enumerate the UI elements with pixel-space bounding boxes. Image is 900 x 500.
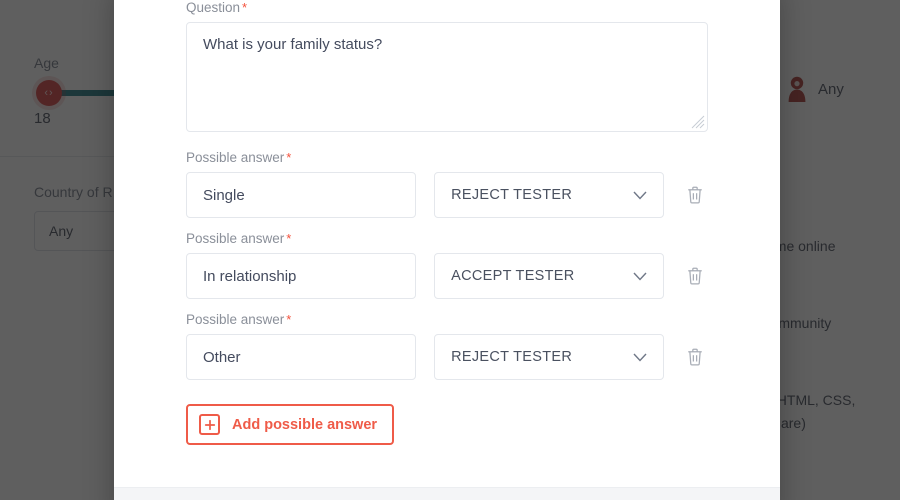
answer-label: Possible answer* (186, 150, 708, 165)
modal-body: Question* What is your family status? Po… (114, 0, 780, 487)
answer-block: Possible answer* Single REJECT TESTER (186, 150, 708, 218)
answer-action-value: REJECT TESTER (451, 187, 572, 203)
question-label: Question* (186, 0, 708, 15)
add-possible-answer-button[interactable]: Add possible answer (186, 404, 394, 445)
answer-label-text: Possible answer (186, 150, 284, 165)
resize-grip-icon[interactable] (691, 115, 705, 129)
answer-text-input[interactable]: Single (186, 172, 416, 218)
chevron-down-icon (633, 191, 647, 200)
answer-text-input[interactable]: In relationship (186, 253, 416, 299)
answer-action-value: REJECT TESTER (451, 349, 572, 365)
add-possible-answer-label: Add possible answer (232, 417, 377, 433)
answer-action-select[interactable]: REJECT TESTER (434, 172, 664, 218)
delete-answer-button[interactable] (682, 181, 708, 209)
answer-action-select[interactable]: ACCEPT TESTER (434, 253, 664, 299)
answer-action-value: ACCEPT TESTER (451, 268, 574, 284)
plus-icon (199, 414, 220, 435)
answer-label: Possible answer* (186, 312, 708, 327)
chevron-down-icon (633, 353, 647, 362)
answer-row: Other REJECT TESTER (186, 334, 708, 380)
modal-footer (114, 487, 780, 500)
answer-label: Possible answer* (186, 231, 708, 246)
answer-action-select[interactable]: REJECT TESTER (434, 334, 664, 380)
answer-row: In relationship ACCEPT TESTER (186, 253, 708, 299)
answer-label-text: Possible answer (186, 312, 284, 327)
delete-answer-button[interactable] (682, 262, 708, 290)
question-label-text: Question (186, 0, 240, 15)
trash-icon (686, 347, 704, 367)
answer-block: Possible answer* Other REJECT TESTER (186, 312, 708, 380)
answer-text-input[interactable]: Other (186, 334, 416, 380)
delete-answer-button[interactable] (682, 343, 708, 371)
answer-block: Possible answer* In relationship ACCEPT … (186, 231, 708, 299)
question-textarea-value: What is your family status? (203, 36, 382, 53)
question-textarea[interactable]: What is your family status? (186, 22, 708, 132)
answer-required-mark: * (286, 150, 291, 165)
answer-required-mark: * (286, 312, 291, 327)
question-required-mark: * (242, 0, 247, 15)
plus-glyph-icon (204, 419, 216, 431)
chevron-down-icon (633, 272, 647, 281)
question-editor-modal: Question* What is your family status? Po… (114, 0, 780, 500)
trash-icon (686, 185, 704, 205)
app-root: Age ‹› 18 Country of R Any Any some onli… (0, 0, 900, 500)
answer-label-text: Possible answer (186, 231, 284, 246)
answer-row: Single REJECT TESTER (186, 172, 708, 218)
trash-icon (686, 266, 704, 286)
answer-required-mark: * (286, 231, 291, 246)
